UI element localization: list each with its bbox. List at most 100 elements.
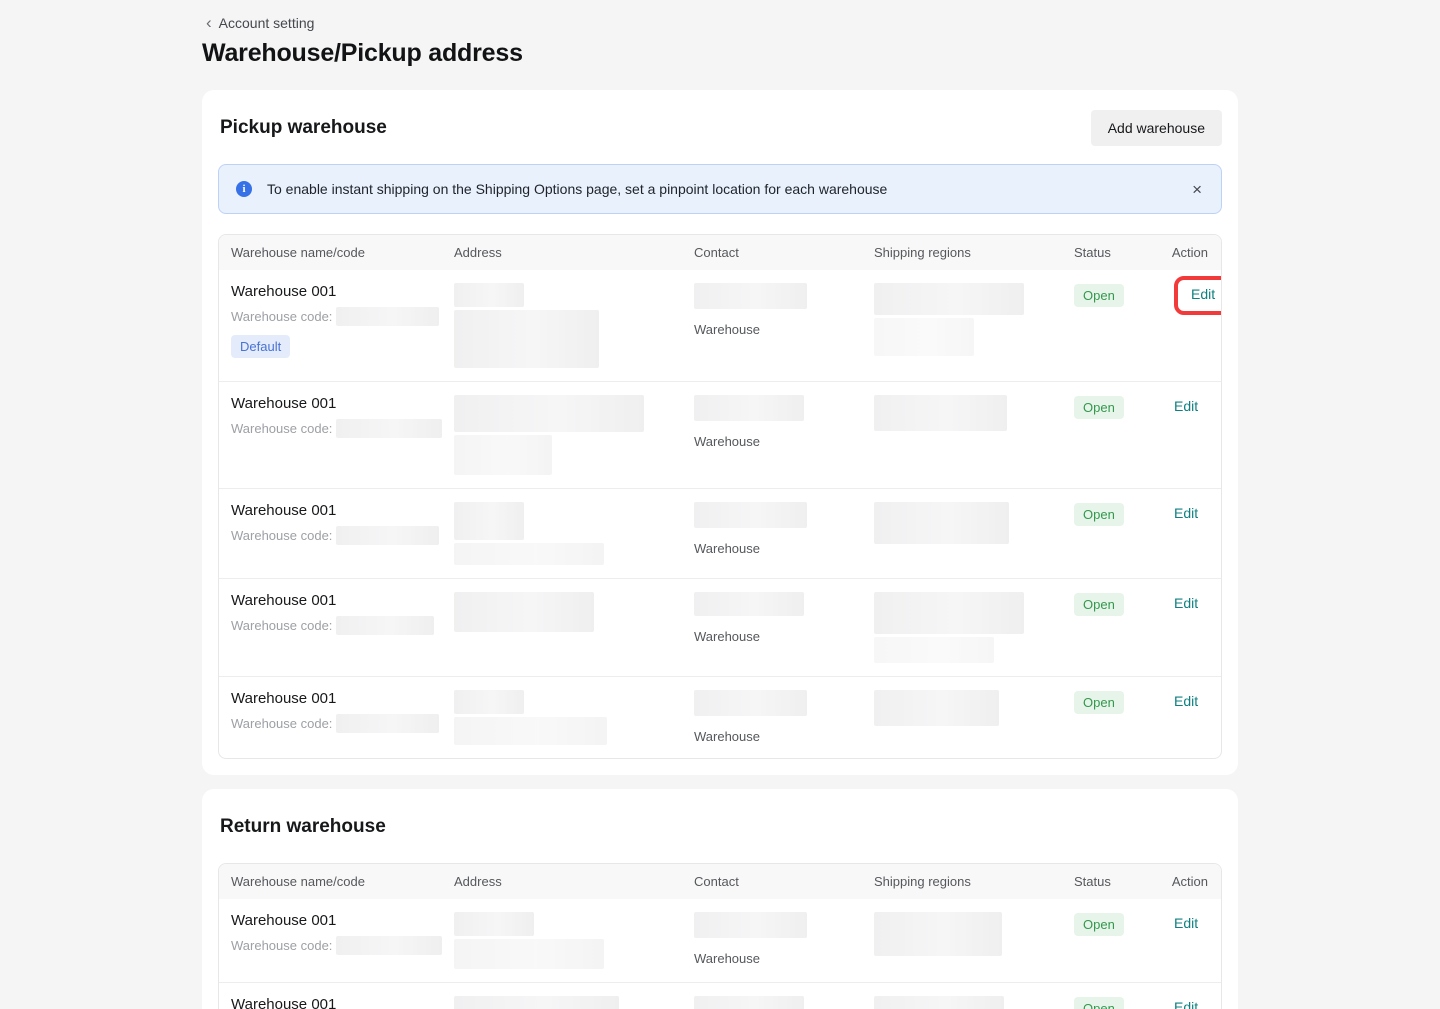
banner-text: To enable instant shipping on the Shippi… — [262, 181, 1180, 197]
table-row: Warehouse 001 Warehouse code: Warehouse … — [219, 578, 1221, 676]
status-badge: Open — [1074, 997, 1124, 1009]
redacted-shipping-region — [874, 502, 1009, 544]
warehouse-code-label: Warehouse code: — [231, 938, 332, 953]
column-header-status: Status — [1062, 874, 1162, 889]
redacted-shipping-region — [874, 637, 994, 663]
column-header-status: Status — [1062, 245, 1162, 260]
info-icon: i — [236, 181, 252, 197]
redacted-contact — [694, 592, 804, 616]
column-header-address: Address — [442, 245, 682, 260]
status-badge: Open — [1074, 396, 1124, 419]
redacted-shipping-region — [874, 395, 1007, 431]
add-warehouse-button[interactable]: Add warehouse — [1091, 110, 1222, 146]
highlight-box: Edit — [1174, 276, 1222, 315]
banner-close-icon[interactable]: × — [1190, 179, 1204, 200]
column-header-action: Action — [1162, 245, 1221, 260]
redacted-address — [454, 912, 534, 936]
contact-name: Warehouse — [694, 322, 862, 337]
redacted-contact — [694, 395, 804, 421]
info-banner: i To enable instant shipping on the Ship… — [218, 164, 1222, 214]
section-title-pickup: Pickup warehouse — [220, 117, 387, 139]
redacted-address — [454, 310, 599, 368]
redacted-warehouse-code — [336, 616, 434, 635]
warehouse-name: Warehouse 001 — [231, 996, 442, 1009]
contact-name: Warehouse — [694, 434, 862, 449]
warehouse-name: Warehouse 001 — [231, 395, 442, 412]
redacted-warehouse-code — [336, 936, 442, 955]
warehouse-code-label: Warehouse code: — [231, 716, 332, 731]
table-header-row: Warehouse name/code Address Contact Ship… — [219, 864, 1221, 899]
pickup-warehouse-table: Warehouse name/code Address Contact Ship… — [218, 234, 1222, 759]
redacted-address — [454, 502, 524, 540]
table-row: Warehouse 001 Warehouse code: Warehouse … — [219, 488, 1221, 578]
edit-link[interactable]: Edit — [1174, 693, 1198, 709]
redacted-shipping-region — [874, 996, 1004, 1009]
redacted-contact — [694, 996, 804, 1009]
edit-link[interactable]: Edit — [1191, 286, 1215, 302]
return-warehouse-card: Return warehouse Warehouse name/code Add… — [202, 789, 1238, 1009]
page-title: Warehouse/Pickup address — [202, 39, 1238, 68]
contact-name: Warehouse — [694, 729, 862, 744]
warehouse-name: Warehouse 001 — [231, 690, 442, 707]
redacted-warehouse-code — [336, 714, 439, 733]
column-header-contact: Contact — [682, 245, 862, 260]
table-row: Warehouse 001 Warehouse code: Warehouse … — [219, 899, 1221, 982]
redacted-address — [454, 690, 524, 714]
warehouse-code-label: Warehouse code: — [231, 421, 332, 436]
edit-link[interactable]: Edit — [1174, 595, 1198, 611]
status-badge: Open — [1074, 691, 1124, 714]
column-header-name: Warehouse name/code — [219, 245, 442, 260]
return-warehouse-table: Warehouse name/code Address Contact Ship… — [218, 863, 1222, 1009]
table-header-row: Warehouse name/code Address Contact Ship… — [219, 235, 1221, 270]
redacted-warehouse-code — [336, 419, 442, 438]
status-badge: Open — [1074, 913, 1124, 936]
warehouse-name: Warehouse 001 — [231, 912, 442, 929]
redacted-address — [454, 435, 552, 475]
redacted-address — [454, 543, 604, 565]
section-title-return: Return warehouse — [220, 816, 386, 838]
redacted-shipping-region — [874, 283, 1024, 315]
status-badge: Open — [1074, 503, 1124, 526]
contact-name: Warehouse — [694, 629, 862, 644]
edit-link[interactable]: Edit — [1174, 915, 1198, 931]
redacted-contact — [694, 283, 807, 309]
redacted-address — [454, 996, 619, 1009]
redacted-shipping-region — [874, 592, 1024, 634]
warehouse-code-label: Warehouse code: — [231, 309, 332, 324]
page-content: ‹ Account setting Warehouse/Pickup addre… — [202, 0, 1238, 1009]
table-row: Warehouse 001 Warehouse code: Warehouse … — [219, 381, 1221, 488]
status-badge: Open — [1074, 284, 1124, 307]
edit-link[interactable]: Edit — [1174, 505, 1198, 521]
contact-name: Warehouse — [694, 541, 862, 556]
redacted-shipping-region — [874, 318, 974, 356]
default-badge: Default — [231, 335, 290, 358]
redacted-address — [454, 592, 594, 632]
chevron-left-icon: ‹ — [206, 14, 212, 31]
redacted-address — [454, 717, 607, 745]
redacted-warehouse-code — [336, 526, 439, 545]
column-header-address: Address — [442, 874, 682, 889]
redacted-address — [454, 283, 524, 307]
breadcrumb[interactable]: ‹ Account setting — [206, 15, 1238, 31]
redacted-contact — [694, 502, 807, 528]
redacted-address — [454, 395, 644, 432]
warehouse-name: Warehouse 001 — [231, 592, 442, 609]
redacted-contact — [694, 690, 807, 716]
redacted-shipping-region — [874, 912, 1002, 956]
status-badge: Open — [1074, 593, 1124, 616]
warehouse-name: Warehouse 001 — [231, 283, 442, 300]
edit-link[interactable]: Edit — [1174, 398, 1198, 414]
contact-name: Warehouse — [694, 951, 862, 966]
table-row: Warehouse 001 Warehouse code: Warehouse … — [219, 676, 1221, 758]
redacted-address — [454, 939, 604, 969]
column-header-shipping-regions: Shipping regions — [862, 245, 1062, 260]
table-row: Warehouse 001 Warehouse code: Default Wa… — [219, 270, 1221, 381]
warehouse-code-label: Warehouse code: — [231, 528, 332, 543]
table-row: Warehouse 001 Warehouse code: Warehouse … — [219, 982, 1221, 1009]
redacted-warehouse-code — [336, 307, 439, 326]
column-header-action: Action — [1162, 874, 1221, 889]
edit-link[interactable]: Edit — [1174, 999, 1198, 1009]
redacted-contact — [694, 912, 807, 938]
pickup-warehouse-card: Pickup warehouse Add warehouse i To enab… — [202, 90, 1238, 775]
redacted-shipping-region — [874, 690, 999, 726]
